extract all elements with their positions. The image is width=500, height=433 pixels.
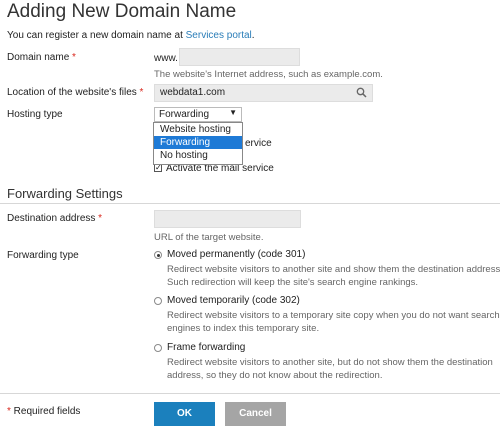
mail-service-checkbox[interactable]: ✓	[154, 164, 162, 172]
obscured-checkbox-label: ervice	[245, 138, 272, 149]
section-divider	[0, 203, 500, 204]
option-no-hosting[interactable]: No hosting	[154, 149, 242, 162]
location-label: Location of the website's files *	[7, 87, 143, 98]
destination-address-hint: URL of the target website.	[154, 232, 264, 243]
option-forwarding[interactable]: Forwarding	[154, 136, 242, 149]
moved-temporarily-desc-2: engines to index this temporary site.	[167, 323, 320, 334]
destination-address-label: Destination address *	[7, 213, 102, 224]
moved-temporarily-label: Moved temporarily (code 302)	[167, 295, 300, 306]
domain-name-label: Domain name *	[7, 52, 76, 63]
radio-moved-temporarily[interactable]	[154, 297, 162, 305]
required-marker: *	[72, 52, 76, 63]
page-title: Adding New Domain Name	[7, 1, 237, 22]
intro-text-end: .	[251, 30, 255, 41]
radio-frame-forwarding[interactable]	[154, 344, 162, 352]
frame-forwarding-desc-2: address, so they do not know about the r…	[167, 370, 383, 381]
forwarding-settings-title: Forwarding Settings	[7, 186, 123, 201]
hosting-type-dropdown: Website hosting Forwarding No hosting	[153, 122, 243, 165]
ok-button[interactable]: OK	[154, 402, 215, 426]
location-input[interactable]: webdata1.com	[154, 84, 373, 102]
hosting-type-select[interactable]: Forwarding ▼	[154, 107, 242, 122]
cancel-button[interactable]: Cancel	[225, 402, 286, 426]
frame-forwarding-label: Frame forwarding	[167, 342, 246, 353]
radio-moved-permanently[interactable]	[154, 251, 162, 259]
www-prefix: www.	[154, 53, 178, 64]
domain-name-input[interactable]	[179, 48, 300, 66]
moved-permanently-desc-1: Redirect website visitors to another sit…	[167, 264, 500, 275]
search-icon[interactable]	[356, 87, 367, 104]
required-marker: *	[98, 213, 103, 224]
frame-forwarding-desc-1: Redirect website visitors to another sit…	[167, 357, 493, 368]
forwarding-type-label: Forwarding type	[7, 250, 79, 261]
required-marker: *	[139, 87, 144, 98]
destination-address-label-text: Destination address	[7, 213, 96, 224]
location-label-text: Location of the website's files	[7, 87, 137, 98]
location-value: webdata1.com	[160, 87, 226, 98]
dropdown-arrow-icon: ▼	[229, 108, 237, 117]
services-portal-link[interactable]: Services portal	[186, 30, 252, 41]
option-website-hosting[interactable]: Website hosting	[154, 123, 242, 136]
moved-permanently-desc-2: Such redirection will keep the site's se…	[167, 277, 419, 288]
required-fields-note: * Required fields	[7, 406, 80, 417]
domain-name-hint: The website's Internet address, such as …	[154, 69, 383, 80]
moved-permanently-label: Moved permanently (code 301)	[167, 249, 306, 260]
destination-address-input[interactable]	[154, 210, 301, 228]
domain-name-label-text: Domain name	[7, 52, 70, 63]
required-fields-text: Required fields	[10, 406, 81, 417]
moved-temporarily-desc-1: Redirect website visitors to a temporary…	[167, 310, 500, 321]
footer-divider	[0, 393, 500, 394]
intro-text: You can register a new domain name at Se…	[7, 30, 255, 41]
hosting-type-label: Hosting type	[7, 109, 63, 120]
hosting-type-selected: Forwarding	[159, 109, 210, 120]
intro-text-body: You can register a new domain name at	[7, 30, 186, 41]
